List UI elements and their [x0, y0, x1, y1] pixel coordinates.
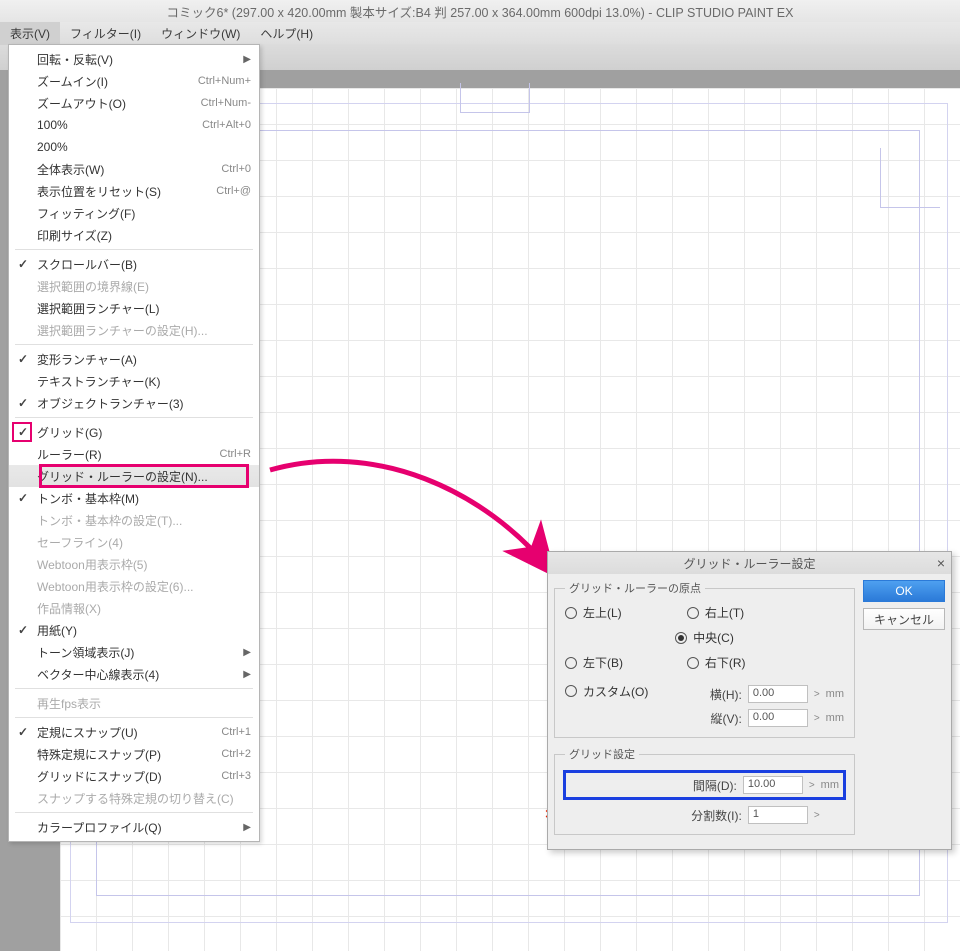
mi-webtoon-frame-settings: Webtoon用表示枠の設定(6)...: [9, 575, 259, 597]
spin-icon[interactable]: >: [814, 689, 820, 700]
mi-reset-pos[interactable]: 表示位置をリセット(S)Ctrl+@: [9, 180, 259, 202]
dialog-title: グリッド・ルーラー設定 ×: [548, 552, 951, 574]
div-input[interactable]: 1: [748, 806, 808, 824]
gap-label: 間隔(D):: [693, 777, 737, 794]
mi-snap-grid[interactable]: グリッドにスナップ(D)Ctrl+3: [9, 765, 259, 787]
cancel-button[interactable]: キャンセル: [863, 608, 945, 630]
mi-safeline: セーフライン(4): [9, 531, 259, 553]
spin-icon[interactable]: >: [809, 780, 815, 791]
grid-settings-legend: グリッド設定: [565, 746, 639, 762]
menu-view[interactable]: 表示(V): [0, 22, 60, 45]
mi-snap-special[interactable]: 特殊定規にスナップ(P)Ctrl+2: [9, 743, 259, 765]
mi-crop[interactable]: ✓トンボ・基本枠(M): [9, 487, 259, 509]
mi-playback-fps: 再生fps表示: [9, 692, 259, 714]
radio-bottom-right[interactable]: 右下(R): [687, 654, 844, 671]
spin-icon[interactable]: >: [814, 810, 820, 821]
radio-center[interactable]: 中央(C): [565, 629, 844, 646]
mi-zoom-in[interactable]: ズームイン(I)Ctrl+Num+: [9, 70, 259, 92]
origin-v-input[interactable]: 0.00: [748, 709, 808, 727]
radio-top-right[interactable]: 右上(T): [687, 604, 844, 621]
dialog-close-icon[interactable]: ×: [937, 555, 945, 571]
mi-sel-border: 選択範囲の境界線(E): [9, 275, 259, 297]
mi-grid-ruler-settings[interactable]: グリッド・ルーラーの設定(N)...: [9, 465, 259, 487]
gap-input[interactable]: 10.00: [743, 776, 803, 794]
window-title: コミック6* (297.00 x 420.00mm 製本サイズ:B4 判 257…: [0, 0, 960, 22]
mi-fit-all[interactable]: 全体表示(W)Ctrl+0: [9, 158, 259, 180]
mi-vector-center[interactable]: ベクター中心線表示(4)▶: [9, 663, 259, 685]
mi-text-launcher[interactable]: テキストランチャー(K): [9, 370, 259, 392]
origin-v-label: 縦(V):: [687, 710, 742, 727]
mi-work-info: 作品情報(X): [9, 597, 259, 619]
menubar: 表示(V) フィルター(I) ウィンドウ(W) ヘルプ(H): [0, 22, 960, 44]
menu-window[interactable]: ウィンドウ(W): [151, 22, 250, 45]
radio-bottom-left[interactable]: 左下(B): [565, 654, 669, 671]
mi-color-profile[interactable]: カラープロファイル(Q)▶: [9, 816, 259, 838]
mi-sel-launcher[interactable]: 選択範囲ランチャー(L): [9, 297, 259, 319]
grid-ruler-settings-dialog: グリッド・ルーラー設定 × グリッド・ルーラーの原点 左上(L) 右上(T) 中…: [547, 551, 952, 850]
origin-v-unit: mm: [826, 712, 844, 724]
mi-crop-settings: トンボ・基本枠の設定(T)...: [9, 509, 259, 531]
mi-fitting[interactable]: フィッティング(F): [9, 202, 259, 224]
mi-object-launcher[interactable]: ✓オブジェクトランチャー(3): [9, 392, 259, 414]
mi-grid[interactable]: ✓グリッド(G): [9, 421, 259, 443]
mi-sel-launcher-settings: 選択範囲ランチャーの設定(H)...: [9, 319, 259, 341]
mi-zoom-100[interactable]: 100%Ctrl+Alt+0: [9, 114, 259, 136]
crop-mark-right: [880, 148, 940, 208]
mi-transform-launcher[interactable]: ✓変形ランチャー(A): [9, 348, 259, 370]
origin-h-unit: mm: [826, 688, 844, 700]
ok-button[interactable]: OK: [863, 580, 945, 602]
gap-row-highlight: 間隔(D): 10.00 > mm: [563, 770, 846, 800]
spin-icon[interactable]: >: [814, 713, 820, 724]
radio-top-left[interactable]: 左上(L): [565, 604, 669, 621]
mi-zoom-200[interactable]: 200%: [9, 136, 259, 158]
gap-unit: mm: [821, 779, 839, 791]
mi-snap-switch: スナップする特殊定規の切り替え(C): [9, 787, 259, 809]
menu-filter[interactable]: フィルター(I): [60, 22, 151, 45]
mi-rotate-flip[interactable]: 回転・反転(V)▶: [9, 48, 259, 70]
div-label: 分割数(I):: [691, 807, 742, 824]
mi-ruler[interactable]: ルーラー(R)Ctrl+R: [9, 443, 259, 465]
menu-help[interactable]: ヘルプ(H): [250, 22, 323, 45]
origin-h-input[interactable]: 0.00: [748, 685, 808, 703]
mi-zoom-out[interactable]: ズームアウト(O)Ctrl+Num-: [9, 92, 259, 114]
crop-mark-top: [460, 83, 530, 113]
origin-group: グリッド・ルーラーの原点 左上(L) 右上(T) 中央(C) 左下(B) 右下(…: [554, 580, 855, 738]
mi-paper[interactable]: ✓用紙(Y): [9, 619, 259, 641]
mi-snap-ruler[interactable]: ✓定規にスナップ(U)Ctrl+1: [9, 721, 259, 743]
mi-webtoon-frame: Webtoon用表示枠(5): [9, 553, 259, 575]
origin-legend: グリッド・ルーラーの原点: [565, 580, 705, 596]
mi-tone-area[interactable]: トーン領域表示(J)▶: [9, 641, 259, 663]
radio-custom[interactable]: カスタム(O): [565, 679, 669, 703]
mi-scrollbar[interactable]: ✓スクロールバー(B): [9, 253, 259, 275]
mi-print-size[interactable]: 印刷サイズ(Z): [9, 224, 259, 246]
view-menu-dropdown: 回転・反転(V)▶ ズームイン(I)Ctrl+Num+ ズームアウト(O)Ctr…: [8, 44, 260, 842]
origin-h-label: 横(H):: [687, 686, 742, 703]
grid-settings-group: グリッド設定 間隔(D): 10.00 > mm 分割数(I): 1 > mm: [554, 746, 855, 835]
